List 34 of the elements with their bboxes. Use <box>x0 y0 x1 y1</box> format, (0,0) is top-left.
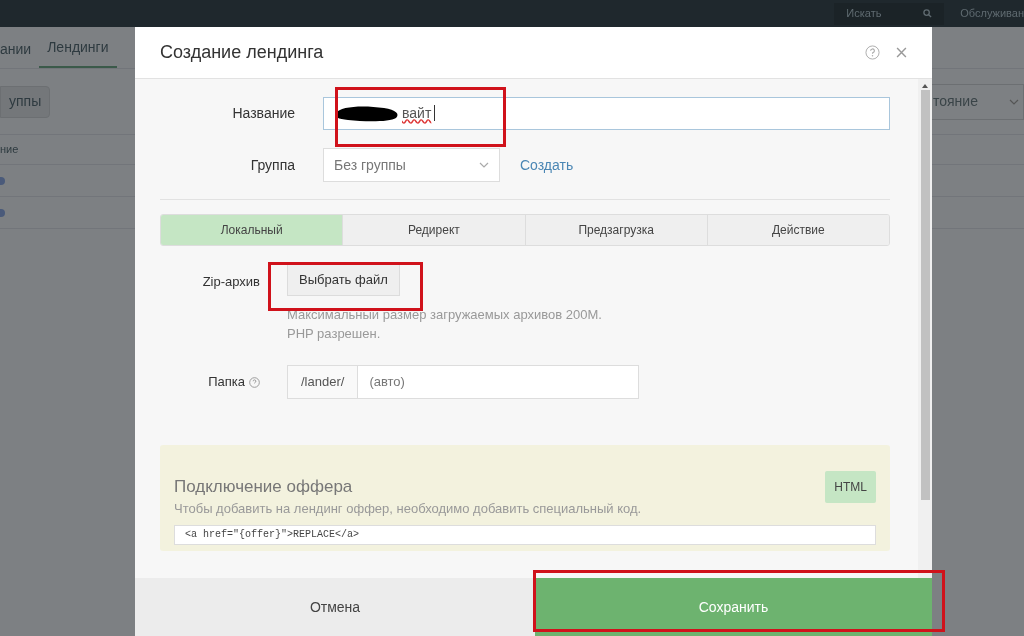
search-icon <box>923 9 933 18</box>
input-value: вайт <box>402 103 432 123</box>
chevron-icon <box>1009 98 1019 105</box>
help-icon[interactable] <box>865 45 880 60</box>
cancel-button[interactable]: Отмена <box>135 578 535 636</box>
dialog-title: Создание лендинга <box>160 41 324 64</box>
field-label: Zip-архив <box>201 273 261 291</box>
choose-file-button[interactable]: Выбрать файл <box>287 264 400 296</box>
column-header: ние <box>0 142 19 158</box>
mode-tab[interactable]: Редирект <box>342 215 525 245</box>
code-field[interactable]: <a href="{offer}">REPLACE</a> <box>174 524 876 545</box>
row-icon <box>0 176 5 185</box>
mode-tab[interactable]: Действие <box>706 215 889 245</box>
panel-title: Подключение оффера <box>174 476 353 499</box>
chevron-icon <box>479 162 489 168</box>
folder-field[interactable]: /lander/ (авто) <box>287 365 639 399</box>
row-icon <box>0 208 5 217</box>
field-label: Название <box>231 103 296 123</box>
name-input[interactable]: вайт <box>323 96 890 130</box>
panel-description: Чтобы добавить на лендинг оффер, необходимо добавить специальный код. <box>174 500 643 518</box>
hint-text: Максимальный размер загружаемых архивов 200M. PHP разрешен. <box>287 306 603 343</box>
close-icon[interactable] <box>896 47 907 58</box>
help-icon[interactable] <box>249 376 260 388</box>
scroll-up-icon[interactable] <box>922 84 928 88</box>
field-label: Папка <box>208 373 245 392</box>
group-select[interactable]: Без группы <box>323 148 500 182</box>
format-badge: HTML <box>825 471 876 503</box>
field-label: Группа <box>249 155 296 175</box>
mode-tab[interactable]: Локальный <box>161 215 343 245</box>
create-link[interactable]: Создать <box>520 154 574 176</box>
mode-tab[interactable]: Предзагрузка <box>524 215 707 245</box>
folder-prefix: /lander/ <box>288 366 359 398</box>
scrollbar-thumb[interactable] <box>920 90 930 500</box>
folder-input[interactable]: (авто) <box>358 366 638 398</box>
